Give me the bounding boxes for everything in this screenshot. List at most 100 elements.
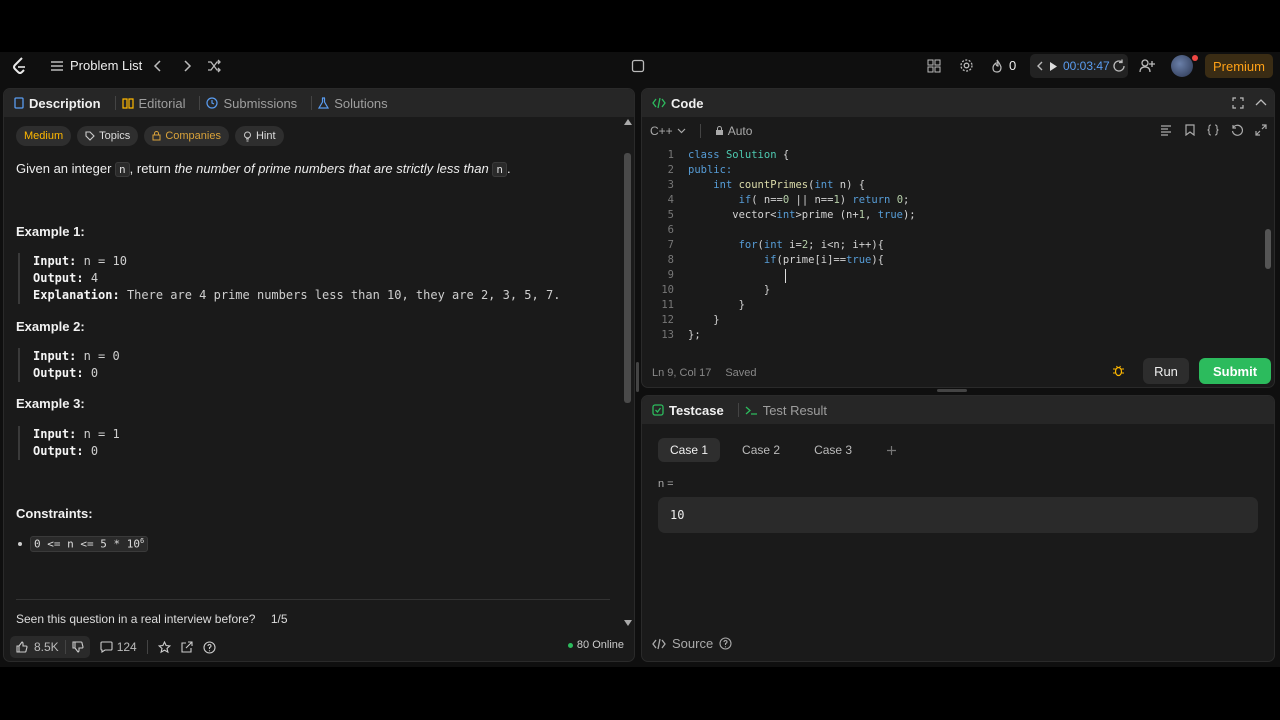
tab-code[interactable]: Code bbox=[652, 96, 704, 111]
code-header: Code bbox=[642, 89, 1274, 117]
code-line: vector<int>prime (n+1, true); bbox=[688, 209, 916, 221]
desc-emphasis: the number of prime numbers that are str… bbox=[174, 161, 493, 176]
output-value: 4 bbox=[90, 271, 99, 285]
tab-submissions[interactable]: Submissions bbox=[206, 96, 297, 111]
code-line: } bbox=[688, 299, 745, 311]
testcase-tabs: Testcase Test Result bbox=[642, 396, 1274, 424]
play-icon[interactable] bbox=[1049, 61, 1058, 72]
divider bbox=[16, 599, 610, 600]
timer-value: 00:03:47 bbox=[1063, 59, 1110, 73]
shuffle-icon[interactable] bbox=[207, 59, 222, 73]
braces-icon[interactable] bbox=[1207, 124, 1219, 136]
language-select[interactable]: C++ bbox=[650, 124, 686, 138]
add-case-button[interactable] bbox=[874, 438, 909, 462]
param-label: n = bbox=[658, 478, 674, 490]
tab-test-result[interactable]: Test Result bbox=[745, 403, 827, 418]
fullscreen-icon[interactable] bbox=[1255, 124, 1267, 136]
help-icon[interactable] bbox=[203, 640, 216, 654]
horizontal-resize-handle[interactable] bbox=[636, 362, 639, 392]
example-1-title: Example 1: bbox=[16, 224, 85, 239]
tab-testcase[interactable]: Testcase bbox=[652, 403, 724, 418]
reset-timer-icon[interactable] bbox=[1112, 59, 1126, 73]
maximize-icon[interactable] bbox=[1232, 97, 1244, 109]
source-link[interactable]: Source bbox=[652, 636, 732, 651]
line-number: 7 bbox=[667, 239, 674, 251]
document-icon bbox=[14, 97, 24, 109]
next-problem-icon[interactable] bbox=[182, 59, 192, 73]
tab-solutions-label: Solutions bbox=[334, 95, 388, 111]
help-icon[interactable] bbox=[719, 637, 732, 650]
case-1-tab[interactable]: Case 1 bbox=[658, 438, 721, 462]
scroll-down-icon[interactable] bbox=[624, 620, 632, 626]
hint-label: Hint bbox=[255, 130, 276, 142]
thumbs-down-icon[interactable] bbox=[72, 641, 84, 653]
output-label: Output: bbox=[33, 366, 84, 380]
tab-test-result-label: Test Result bbox=[762, 402, 827, 418]
star-icon[interactable] bbox=[157, 640, 171, 654]
terminal-icon bbox=[745, 405, 758, 416]
code-line: }; bbox=[688, 329, 701, 341]
line-number: 4 bbox=[667, 194, 674, 206]
hint-tag[interactable]: Hint bbox=[234, 126, 284, 146]
code-editor[interactable]: 1 class Solution { 2 public: 3 int count… bbox=[642, 149, 1274, 349]
tag-row: Medium Topics Companies Hint bbox=[16, 126, 284, 146]
interview-prompt[interactable]: Seen this question in a real interview b… bbox=[16, 612, 288, 626]
thumbs-up-icon[interactable] bbox=[16, 641, 28, 653]
comments-button[interactable]: 124 bbox=[100, 640, 137, 654]
desc-text: . bbox=[506, 161, 511, 176]
collapse-icon[interactable] bbox=[1255, 98, 1267, 106]
leetcode-logo-icon[interactable] bbox=[12, 57, 28, 75]
reset-code-icon[interactable] bbox=[1231, 124, 1243, 136]
code-line: public: bbox=[688, 164, 733, 176]
submit-button[interactable]: Submit bbox=[1199, 358, 1271, 384]
case-tabs: Case 1 Case 2 Case 3 bbox=[658, 438, 909, 462]
param-input[interactable]: 10 bbox=[658, 497, 1258, 533]
description-tabs: Description Editorial Submissions Soluti… bbox=[4, 89, 634, 117]
share-icon[interactable] bbox=[181, 641, 193, 653]
layout-grid-icon[interactable] bbox=[927, 59, 941, 73]
code-panel: Code C++ Auto 1 class Solution { 2 publi… bbox=[641, 88, 1275, 388]
editor-scrollbar[interactable] bbox=[1265, 229, 1271, 269]
bookmark-icon[interactable] bbox=[1185, 124, 1195, 136]
online-dot bbox=[567, 642, 573, 648]
scroll-up-icon[interactable] bbox=[624, 119, 632, 125]
format-icon[interactable] bbox=[1160, 125, 1172, 136]
debug-bug-icon[interactable] bbox=[1112, 364, 1125, 377]
tag-icon bbox=[85, 131, 95, 141]
explanation-value: There are 4 prime numbers less than 10, … bbox=[126, 288, 561, 302]
online-count: 80 Online bbox=[576, 639, 624, 651]
line-number: 3 bbox=[667, 179, 674, 191]
vertical-resize-handle[interactable] bbox=[937, 389, 967, 392]
streak-counter[interactable]: 0 bbox=[991, 58, 1016, 73]
tab-description[interactable]: Description bbox=[14, 96, 101, 111]
run-button[interactable]: Run bbox=[1143, 358, 1189, 384]
prev-problem-icon[interactable] bbox=[153, 59, 163, 73]
description-scrollbar[interactable] bbox=[624, 153, 631, 403]
online-indicator: 80 Online bbox=[567, 639, 624, 651]
companies-tag[interactable]: Companies bbox=[144, 126, 229, 146]
code-brackets-icon bbox=[652, 97, 666, 109]
chevron-left-icon[interactable] bbox=[1036, 60, 1044, 72]
tab-editorial[interactable]: Editorial bbox=[121, 96, 185, 111]
notes-icon[interactable] bbox=[631, 59, 645, 73]
top-navbar: Problem List 0 00:03:47 Premium bbox=[0, 52, 1280, 80]
premium-button[interactable]: Premium bbox=[1205, 54, 1273, 78]
tab-divider bbox=[737, 403, 739, 417]
input-value: n = 1 bbox=[83, 427, 120, 441]
settings-gear-icon[interactable] bbox=[959, 58, 974, 73]
tab-solutions[interactable]: Solutions bbox=[318, 95, 388, 111]
line-number: 1 bbox=[667, 149, 674, 161]
code-line: if( n==0 || n==1) return 0; bbox=[738, 194, 910, 206]
case-3-tab[interactable]: Case 3 bbox=[802, 438, 864, 462]
companies-label: Companies bbox=[165, 130, 221, 142]
auto-mode-toggle[interactable]: Auto bbox=[715, 124, 752, 138]
topics-tag[interactable]: Topics bbox=[77, 126, 139, 146]
input-label: Input: bbox=[33, 427, 77, 441]
code-title: Code bbox=[671, 95, 704, 111]
like-group: 8.5K bbox=[10, 636, 90, 658]
add-friend-icon[interactable] bbox=[1139, 58, 1155, 73]
problem-list-button[interactable]: Problem List bbox=[50, 58, 142, 73]
avatar[interactable] bbox=[1171, 55, 1193, 77]
case-2-tab[interactable]: Case 2 bbox=[730, 438, 792, 462]
topics-label: Topics bbox=[99, 130, 131, 142]
